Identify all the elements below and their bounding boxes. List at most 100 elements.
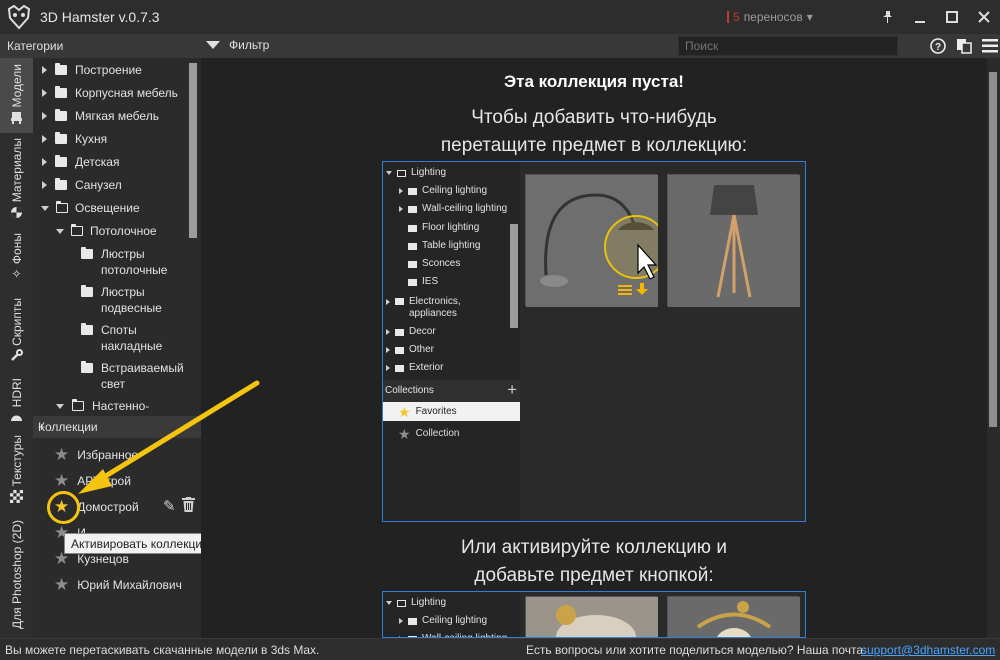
star-icon[interactable]: ★	[54, 472, 69, 489]
tab-backgrounds[interactable]: Фоны ✧	[0, 233, 33, 293]
tree-item-ceiling-chandeliers[interactable]: Люстры потолочные	[81, 246, 167, 278]
collection-label: Кузнецов	[77, 552, 129, 566]
tree-item-label-line2: потолочные	[101, 263, 168, 277]
demo-tree-item: Decor	[386, 326, 436, 338]
hdri-icon	[10, 410, 24, 424]
tree-item-kitchen[interactable]: Кухня	[42, 131, 107, 147]
collapse-arrow-icon[interactable]	[41, 206, 49, 211]
demo-tree-label: Exterior	[409, 362, 444, 373]
folder-open-icon	[56, 201, 68, 213]
demo-tree-label: Lighting	[411, 597, 447, 608]
pin-icon[interactable]	[872, 0, 904, 34]
expand-arrow-icon[interactable]	[42, 158, 47, 166]
demo-folder-icon	[395, 346, 404, 354]
demo-folder-icon	[397, 599, 406, 607]
tree-item-label-line1: Споты	[101, 323, 137, 337]
transfers-dropdown[interactable]: 5 переносов ▾	[727, 10, 813, 24]
transfers-label: переносов	[743, 10, 803, 24]
chevron-down-icon: ▾	[806, 10, 813, 24]
tree-item-lighting[interactable]: Освещение	[41, 200, 140, 216]
demo-tree-label: Sconces	[422, 258, 461, 269]
tree-item-pendant-chandeliers[interactable]: Люстры подвесные	[81, 284, 162, 316]
expand-arrow-icon[interactable]	[42, 66, 47, 74]
status-right-text: Есть вопросы или хотите поделиться модел…	[526, 643, 867, 657]
expand-arrow-icon[interactable]	[42, 112, 47, 120]
landscape-icon: ✧	[11, 267, 22, 282]
folder-icon	[55, 155, 67, 167]
collection-label: Домострой	[77, 500, 139, 514]
tab-materials[interactable]: Материалы	[0, 138, 33, 228]
sconce-image	[526, 597, 658, 637]
star-icon[interactable]: ★	[54, 446, 69, 463]
demo-folder-icon	[395, 328, 404, 336]
filter-toggle[interactable]: Фильтр	[206, 38, 269, 52]
add-collection-icon[interactable]: +	[38, 420, 197, 434]
tab-backgrounds-label: Фоны	[9, 233, 24, 265]
collapse-arrow-icon[interactable]	[56, 229, 64, 234]
tree-item-wall-ceiling[interactable]: Настенно-	[56, 398, 149, 411]
tab-hdri[interactable]: HDRI	[0, 378, 33, 430]
collection-item-yuri[interactable]: ★ Юрий Михайлович	[54, 576, 182, 593]
expand-arrow-icon[interactable]	[42, 181, 47, 189]
demo-tree-label: Lighting	[411, 167, 447, 178]
demo-collapse-arrow-icon	[386, 601, 392, 605]
tab-models[interactable]: Модели	[0, 58, 33, 133]
demo-button-illustration: Lighting Ceiling lighting Wall-ceiling l…	[382, 591, 806, 638]
demo-tree-label-line1: Electronics,	[409, 296, 461, 307]
tree-item-cabinet-furniture[interactable]: Корпусная мебель	[42, 85, 178, 101]
tree-item-label-line2: свет	[101, 377, 126, 391]
tree-item-label: Мягкая мебель	[75, 109, 159, 123]
expand-arrow-icon[interactable]	[42, 89, 47, 97]
arc-floor-lamp-image	[526, 175, 668, 307]
vertical-tab-bar: Модели Материалы Фоны ✧ Скрипты HDRI Тек…	[0, 58, 33, 638]
demo-tree-item: Ceiling lighting	[399, 185, 487, 197]
demo-scrollbar	[510, 224, 518, 328]
collection-label: АРТстрой	[77, 474, 131, 488]
title-bar: 3D Hamster v.0.7.3 5 переносов ▾	[0, 0, 1000, 34]
collection-item-favorites[interactable]: ★ Избранное	[54, 446, 138, 463]
tree-item-label: Детская	[75, 155, 120, 169]
folder-open-icon	[71, 224, 83, 236]
tab-textures[interactable]: Текстуры	[0, 435, 33, 515]
help-icon[interactable]: ?	[928, 35, 948, 57]
main-scrollbar[interactable]	[989, 72, 997, 427]
demo-tree-item: Lighting	[386, 597, 446, 609]
star-icon[interactable]: ★	[54, 576, 69, 593]
demo-collection-label: Favorites	[415, 406, 457, 417]
tree-item-label: Люстры подвесные	[101, 284, 162, 316]
copy-icon[interactable]	[954, 35, 974, 57]
collapse-arrow-icon[interactable]	[56, 404, 64, 409]
tree-item-bathroom[interactable]: Санузел	[42, 177, 122, 193]
expand-arrow-icon[interactable]	[42, 135, 47, 143]
search-input[interactable]	[678, 36, 898, 56]
tab-hdri-label: HDRI	[9, 378, 24, 408]
support-email-link[interactable]: support@3dhamster.com	[861, 643, 995, 657]
tree-scrollbar[interactable]	[189, 63, 197, 238]
folder-icon	[55, 178, 67, 190]
minimize-icon[interactable]	[904, 0, 936, 34]
edit-icon[interactable]: ✎	[163, 497, 176, 516]
maximize-icon[interactable]	[936, 0, 968, 34]
tree-item-surface-spots[interactable]: Споты накладные	[81, 322, 162, 354]
demo-expand-arrow-icon	[386, 329, 390, 335]
menu-icon[interactable]	[980, 35, 1000, 57]
tree-item-recessed-light[interactable]: Встраиваемый свет	[81, 360, 184, 392]
tree-item-construction[interactable]: Построение	[42, 62, 142, 78]
close-icon[interactable]	[968, 0, 1000, 34]
folder-icon	[55, 86, 67, 98]
tree-item-ceiling[interactable]: Потолочное	[56, 223, 157, 239]
checker-icon	[10, 490, 24, 504]
demo-expand-arrow-icon	[399, 188, 403, 194]
tree-item-label: Корпусная мебель	[75, 86, 178, 100]
tripod-floor-lamp-image	[668, 175, 800, 307]
tree-item-soft-furniture[interactable]: Мягкая мебель	[42, 108, 159, 124]
tab-photoshop-2d[interactable]: Для Photoshop (2D)	[0, 520, 33, 638]
trash-icon[interactable]	[181, 497, 195, 516]
demo-thumbnail-chandelier	[667, 596, 800, 637]
highlight-ring	[47, 491, 80, 524]
demo-tree-item: Sconces	[408, 258, 460, 270]
collection-item-artstroy[interactable]: ★ АРТстрой	[54, 472, 131, 489]
demo-folder-icon	[395, 298, 404, 305]
tab-scripts[interactable]: Скрипты	[0, 298, 33, 373]
tree-item-kids[interactable]: Детская	[42, 154, 119, 170]
